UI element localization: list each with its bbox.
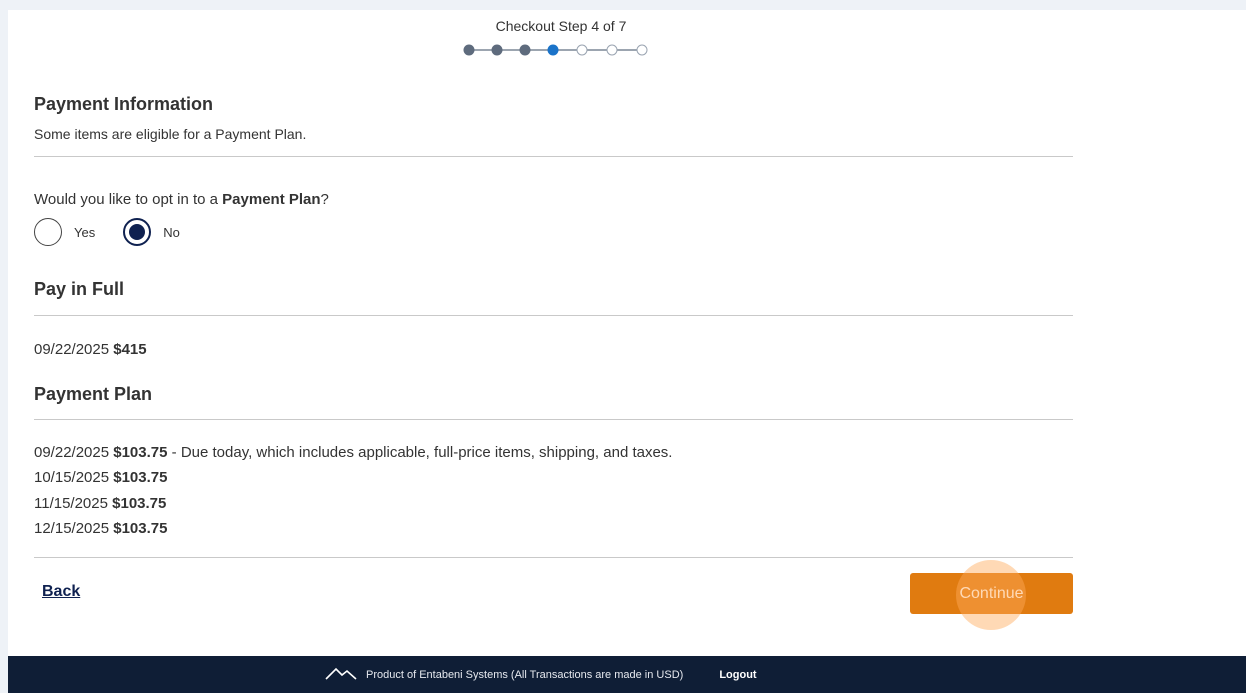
payment-plan-heading: Payment Plan <box>34 384 153 404</box>
pay-in-full-line: 09/22/2025 $415 <box>34 341 147 358</box>
step-7-dot <box>636 44 648 56</box>
step-2-dot <box>491 44 503 56</box>
step-4-dot <box>547 44 559 56</box>
divider <box>34 419 1073 420</box>
radio-no[interactable] <box>123 218 152 246</box>
step-6-dot <box>606 44 618 56</box>
radio-yes-label: Yes <box>74 224 96 240</box>
radio-option-no[interactable]: No <box>123 218 180 246</box>
pay-in-full-heading: Pay in Full <box>34 279 125 299</box>
opt-in-radio-group: Yes No <box>34 216 208 248</box>
installment-line: 12/15/2025 $103.75 <box>34 520 168 537</box>
logout-link[interactable]: Logout <box>719 669 756 681</box>
divider <box>34 315 1073 316</box>
checkout-card: Checkout Step 4 of 7 Payment Information… <box>8 10 1246 656</box>
installment-line: 11/15/2025 $103.75 <box>34 495 167 512</box>
footer: Product of Entabeni Systems (All Transac… <box>8 656 1246 693</box>
radio-option-yes[interactable]: Yes <box>34 218 95 246</box>
footer-text: Product of Entabeni Systems (All Transac… <box>366 668 684 681</box>
installment-line: 10/15/2025 $103.75 <box>34 469 168 486</box>
step-3-dot <box>519 44 531 56</box>
payment-information-subtitle: Some items are eligible for a Payment Pl… <box>34 126 307 142</box>
checkout-step-title: Checkout Step 4 of 7 <box>495 18 627 34</box>
step-5-dot <box>576 44 588 56</box>
divider <box>34 156 1073 157</box>
mountain-logo-icon <box>324 666 358 683</box>
step-1-dot <box>463 44 475 56</box>
radio-yes[interactable] <box>34 218 62 246</box>
divider <box>34 557 1073 558</box>
opt-in-question: Would you like to opt in to a Payment Pl… <box>34 191 329 208</box>
continue-button[interactable]: Continue <box>910 573 1073 614</box>
radio-no-label: No <box>163 224 180 240</box>
checkout-stepper <box>462 44 652 56</box>
payment-information-heading: Payment Information <box>34 94 214 114</box>
installment-line: 09/22/2025 $103.75 - Due today, which in… <box>34 444 673 461</box>
back-link[interactable]: Back <box>42 583 80 601</box>
